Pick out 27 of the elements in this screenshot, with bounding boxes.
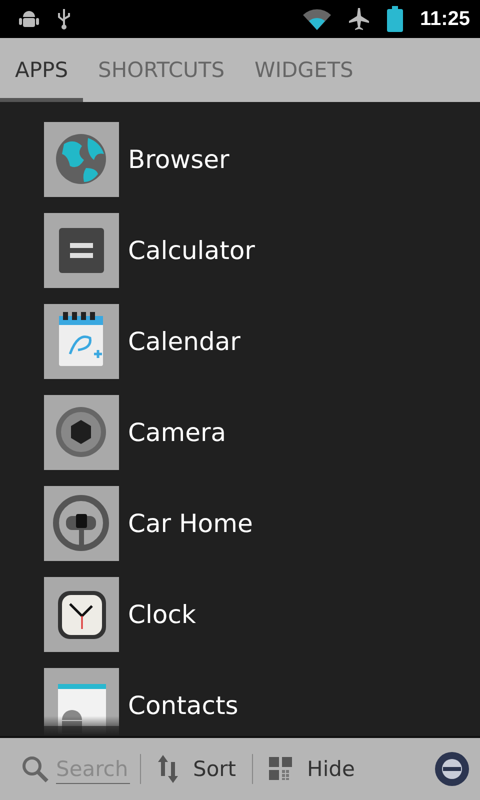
app-name[interactable]: Camera <box>128 418 226 447</box>
app-name[interactable]: Browser <box>128 145 230 174</box>
airplane-icon <box>348 7 370 31</box>
tab[interactable]: APPS <box>0 38 84 102</box>
sort-button[interactable]: Sort <box>151 753 242 785</box>
camera-icon[interactable] <box>44 395 119 470</box>
hide-button[interactable]: Hide <box>263 757 361 781</box>
app-name[interactable]: Car Home <box>128 509 253 538</box>
equals-icon[interactable] <box>44 213 119 288</box>
app-name[interactable]: Clock <box>128 600 196 629</box>
wifi-icon <box>302 8 332 30</box>
sort-icon <box>157 753 179 785</box>
android-icon <box>18 9 40 29</box>
contacts-icon[interactable] <box>44 668 119 736</box>
clock-icon[interactable] <box>44 577 119 652</box>
grid-icon <box>269 757 294 781</box>
app-name[interactable]: Calendar <box>128 327 240 356</box>
app-name[interactable]: Calculator <box>128 236 255 265</box>
calendar-icon[interactable] <box>44 304 119 379</box>
usb-icon <box>56 7 72 31</box>
steering-wheel-icon[interactable] <box>44 486 119 561</box>
battery-icon <box>386 6 404 32</box>
app-name[interactable]: Contacts <box>128 691 238 720</box>
globe-icon[interactable] <box>44 122 119 197</box>
knob-icon[interactable] <box>434 751 470 787</box>
search-icon <box>20 754 50 784</box>
clock-time: 11:25 <box>420 8 470 30</box>
